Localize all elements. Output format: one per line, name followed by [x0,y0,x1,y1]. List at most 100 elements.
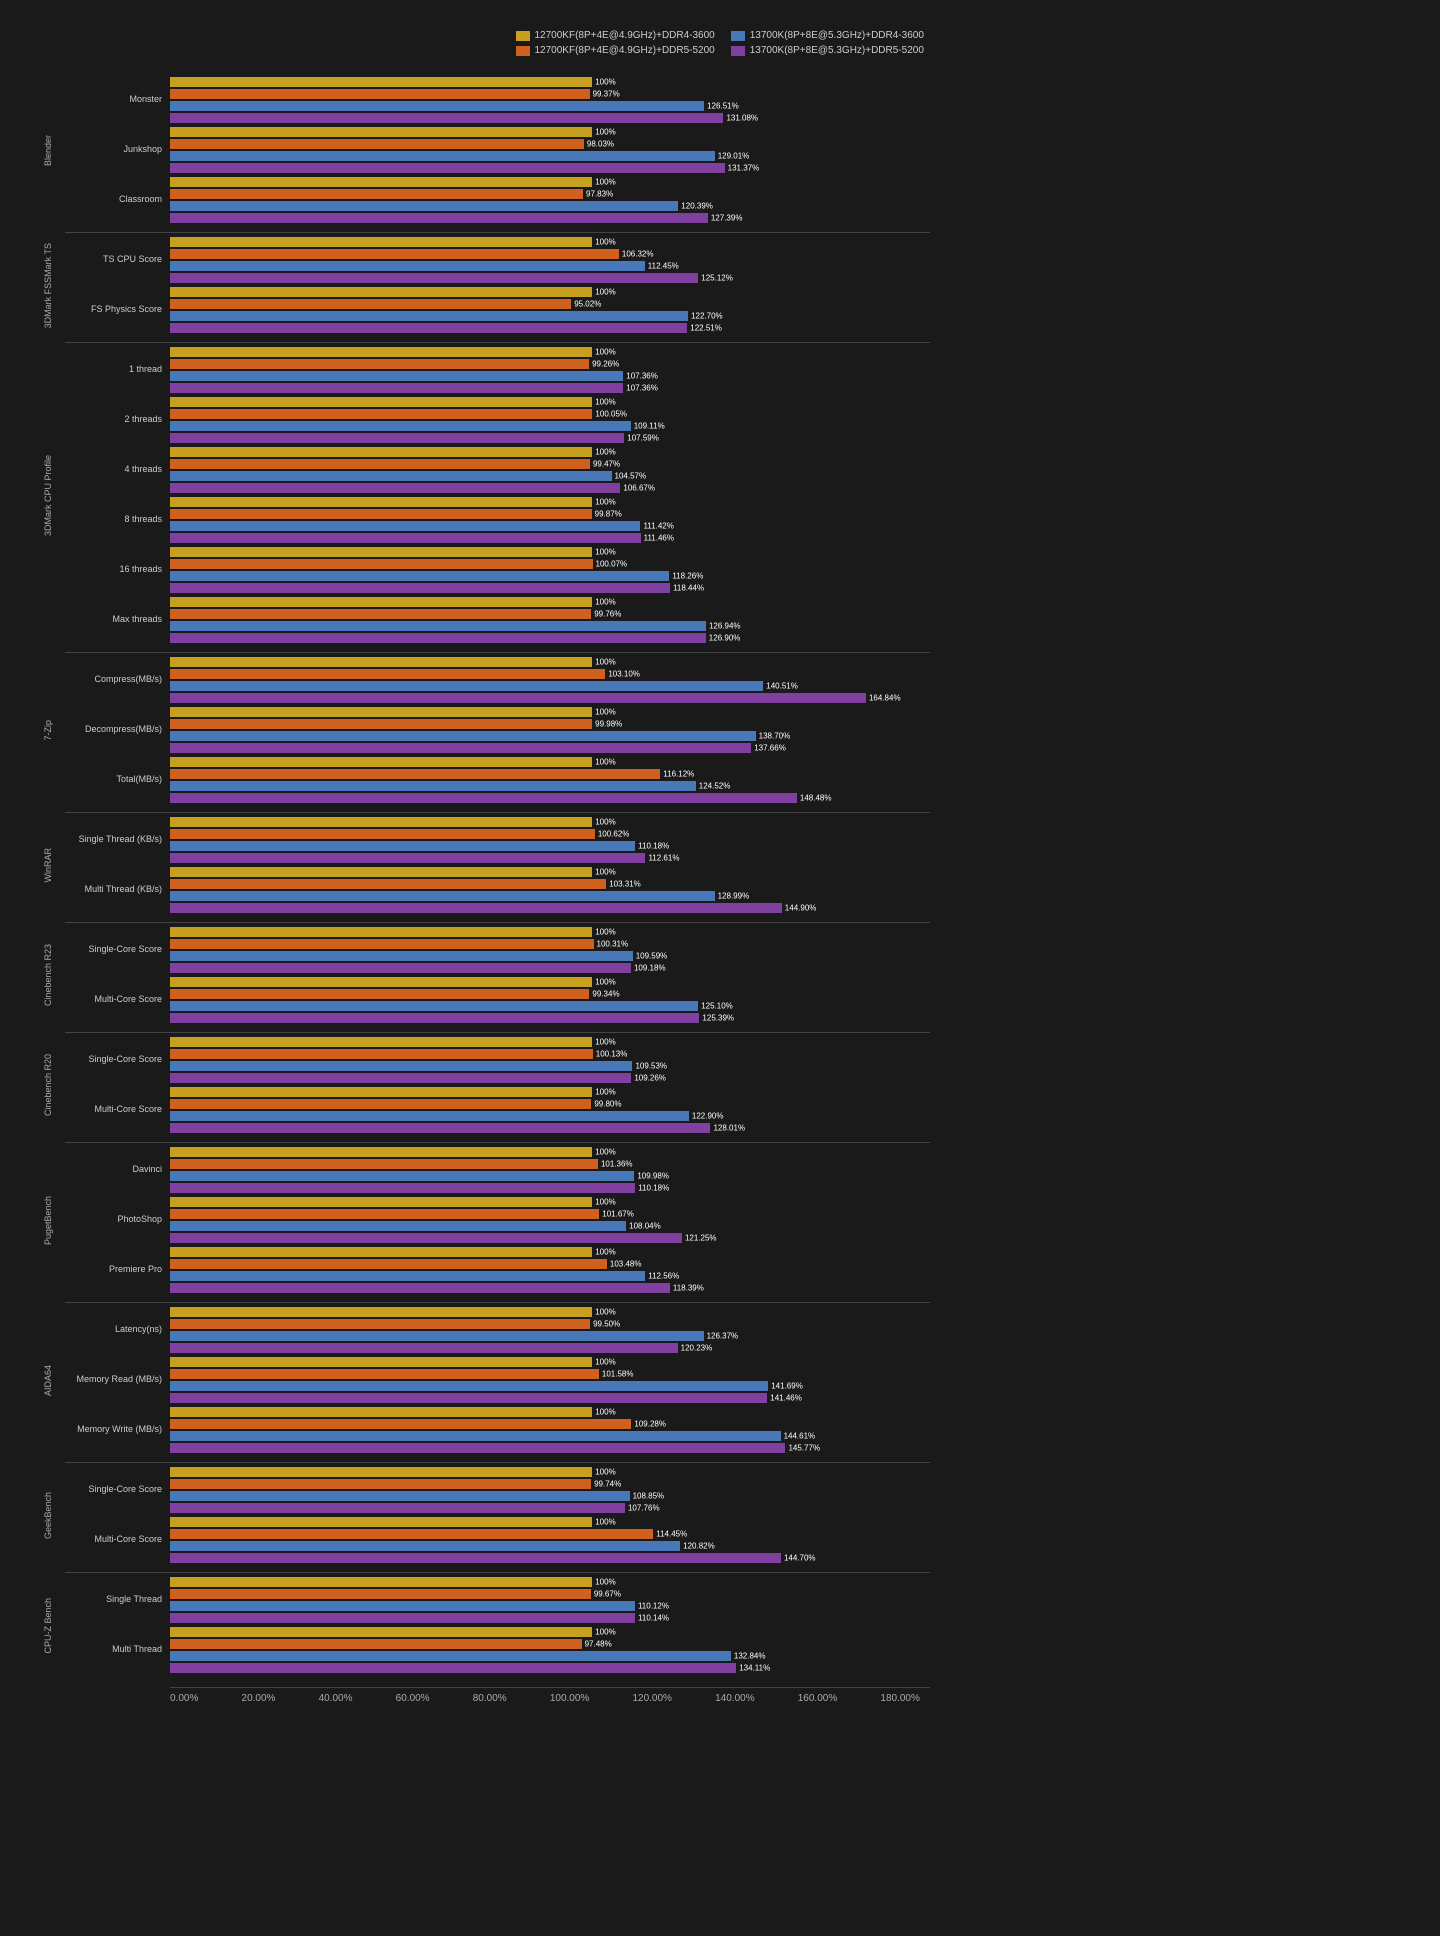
bars-container: 100% 97.83% 120.39% 127.39% [170,176,930,223]
group-label: Cinebench R23 [43,944,53,1006]
bar-value: 99.50% [593,1319,620,1328]
single-bar-row: 100% [170,1146,930,1157]
group-rows: Davinci100%101.36%109.98%110.18%PhotoSho… [65,1146,930,1295]
bar: 100% [170,447,592,457]
x-axis-label: 160.00% [798,1693,837,1704]
bar-value: 109.18% [634,963,666,972]
single-bar-row: 124.52% [170,780,930,791]
single-bar-row: 100% [170,1356,930,1367]
bar: 148.48% [170,793,797,803]
single-bar-row: 97.83% [170,188,930,199]
bar-row: Monster100%99.37%126.51%131.08% [65,76,930,123]
single-bar-row: 100% [170,1406,930,1417]
bar-value: 99.26% [592,359,619,368]
bar-value: 138.70% [759,731,791,740]
single-bar-row: 100% [170,496,930,507]
bar-value: 110.18% [638,1183,669,1192]
group-label-col: 7-Zip [30,656,65,805]
bar-value: 100% [595,177,615,186]
bar-row: Junkshop100%98.03%129.01%131.37% [65,126,930,173]
single-bar-row: 99.50% [170,1318,930,1329]
bar-value: 101.67% [602,1209,634,1218]
bar-row: FS Physics Score100%95.02%122.70%122.51% [65,286,930,333]
single-bar-row: 100% [170,546,930,557]
bar-row: 1 thread100%99.26%107.36%107.36% [65,346,930,393]
bar: 120.23% [170,1343,678,1353]
bar-value: 99.47% [593,459,620,468]
row-label: Multi Thread [65,1644,170,1655]
bar-row: Classroom100%97.83%120.39%127.39% [65,176,930,223]
single-bar-row: 100.62% [170,828,930,839]
bars-wrapper: 100%116.12%124.52%148.48% [170,756,930,803]
row-label: Single-Core Score [65,1054,170,1065]
bar-value: 100% [595,77,615,86]
bar-value: 100% [595,1627,615,1636]
bar: 122.70% [170,311,688,321]
bar-value: 148.48% [800,793,832,802]
single-bar-row: 109.11% [170,420,930,431]
single-bar-row: 100% [170,756,930,767]
single-bar-row: 122.90% [170,1110,930,1121]
single-bar-row: 100% [170,656,930,667]
group-rows: 1 thread100%99.26%107.36%107.36%2 thread… [65,346,930,645]
bar: 109.59% [170,951,633,961]
bar-row: Multi Thread100%97.48%132.84%134.11% [65,1626,930,1673]
single-bar-row: 112.45% [170,260,930,271]
x-axis-label: 100.00% [550,1693,589,1704]
bar: 107.76% [170,1503,625,1513]
bars-wrapper: 100%100.31%109.59%109.18% [170,926,930,973]
bar: 109.26% [170,1073,631,1083]
row-label: Monster [65,94,170,105]
single-bar-row: 145.77% [170,1442,930,1453]
single-bar-row: 100% [170,816,930,827]
bar-value: 126.90% [709,633,741,642]
single-bar-row: 122.70% [170,310,930,321]
single-bar-row: 144.70% [170,1552,930,1563]
single-bar-row: 141.69% [170,1380,930,1391]
single-bar-row: 99.98% [170,718,930,729]
section-divider [65,1462,930,1463]
bar-value: 127.39% [711,213,743,222]
section-divider [65,652,930,653]
single-bar-row: 107.59% [170,432,930,443]
bar: 120.39% [170,201,678,211]
bar: 100% [170,347,592,357]
group-label: PugetBench [43,1196,53,1245]
bar-value: 103.48% [610,1259,642,1268]
single-bar-row: 134.11% [170,1662,930,1673]
single-bar-row: 98.03% [170,138,930,149]
bar: 100.62% [170,829,595,839]
single-bar-row: 100.31% [170,938,930,949]
bars-container: 100%99.87%111.42%111.46% [170,496,930,543]
single-bar-row: 125.10% [170,1000,930,1011]
bar-value: 141.69% [771,1381,803,1390]
single-bar-row: 164.84% [170,692,930,703]
bar: 108.04% [170,1221,626,1231]
single-bar-row: 144.90% [170,902,930,913]
single-bar-row: 104.57% [170,470,930,481]
single-bar-row: 100% [170,446,930,457]
bar: 111.46% [170,533,641,543]
bar-value: 100% [595,1087,615,1096]
group-rows: Single-Core Score100%100.31%109.59%109.1… [65,926,930,1025]
group-section: 3DMark CPU Profile1 thread100%99.26%107.… [30,346,930,645]
single-bar-row: 127.39% [170,212,930,223]
single-bar-row: 111.46% [170,532,930,543]
bar: 118.26% [170,571,669,581]
bar-value: 101.58% [602,1369,634,1378]
bar-value: 120.82% [683,1541,715,1550]
bar-value: 99.87% [595,509,622,518]
row-label: Single Thread [65,1594,170,1605]
single-bar-row: 108.85% [170,1490,930,1501]
bar: 128.01% [170,1123,710,1133]
bars-container: 100%99.34%125.10%125.39% [170,976,930,1023]
single-bar-row: 99.67% [170,1588,930,1599]
group-section: AIDA64Latency(ns)100%99.50%126.37%120.23… [30,1306,930,1455]
single-bar-row: 99.26% [170,358,930,369]
bar-value: 140.51% [766,681,798,690]
bar: 99.67% [170,1589,591,1599]
row-label: Multi-Core Score [65,1534,170,1545]
bar-value: 107.76% [628,1503,660,1512]
single-bar-row: 131.37% [170,162,930,173]
group-label-col: WinRAR [30,816,65,915]
